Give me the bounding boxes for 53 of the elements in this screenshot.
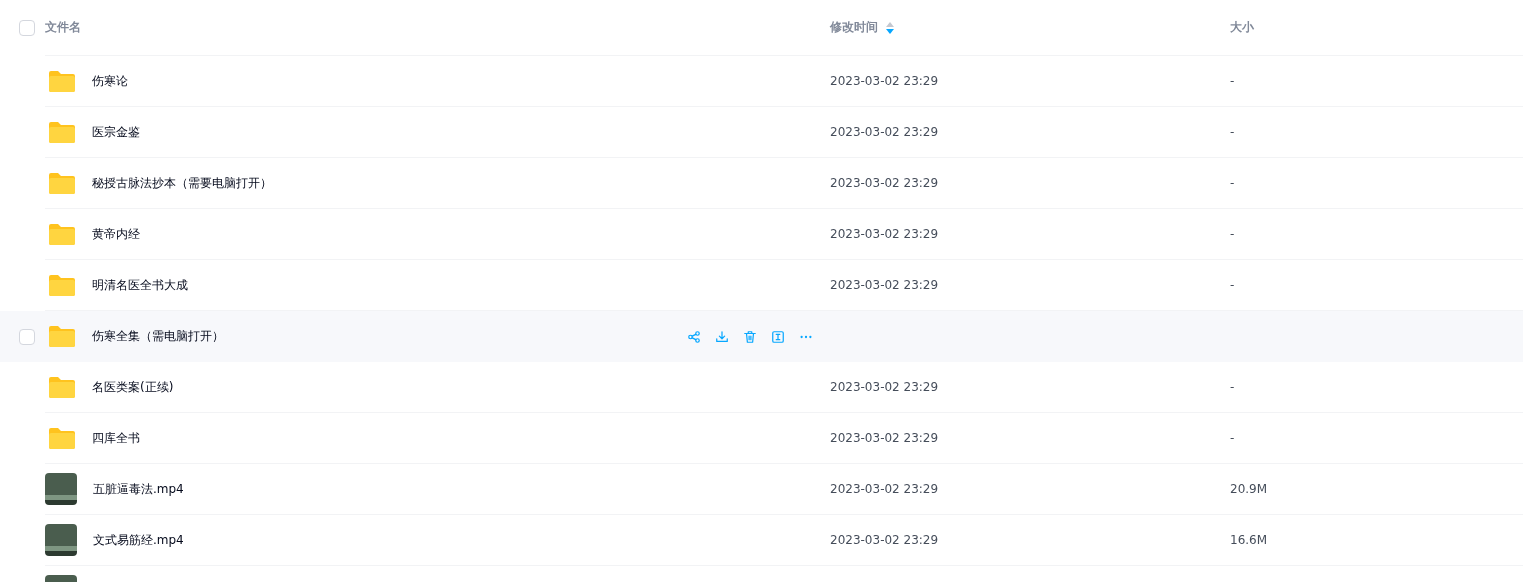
column-header[interactable]: 大小 [1230, 19, 1254, 36]
modified-time: 2023-03-02 23:29 [830, 74, 939, 88]
modified-time: 2023-03-02 23:29 [830, 278, 939, 292]
file-size: - [1230, 380, 1235, 394]
file-size: 16.6M [1230, 533, 1268, 547]
file-size: - [1230, 227, 1235, 241]
row-checkbox[interactable] [19, 328, 35, 345]
sort-icon[interactable] [886, 21, 894, 34]
folder-icon [48, 325, 76, 348]
modified-time: 2023-03-02 23:29 [830, 533, 939, 547]
modified-time: 2023-03-02 23:29 [830, 380, 939, 394]
file-name[interactable]: 文式易筋经.mp4 [93, 531, 184, 549]
modified-time: 2023-03-02 23:29 [830, 176, 939, 190]
file-name[interactable]: 四库全书 [92, 429, 140, 447]
file-name[interactable]: 黄帝内经 [92, 225, 140, 243]
modified-time: 2023-03-02 23:29 [830, 431, 939, 445]
modified-time: 2023-03-02 23:29 [830, 227, 939, 241]
folder-icon [48, 222, 76, 246]
download-icon [715, 329, 729, 344]
file-row[interactable]: 伤寒全集（需电脑打开） [0, 311, 1523, 362]
file-size: - [1230, 125, 1235, 139]
folder-icon [48, 171, 76, 195]
file-name[interactable]: 名医类案(正续) [92, 378, 174, 396]
column-header[interactable]: 修改时间 [830, 19, 878, 36]
modified-time: 2023-03-02 23:29 [830, 482, 939, 496]
trash-button[interactable] [742, 328, 758, 345]
file-name[interactable]: 医宗金鉴 [92, 123, 140, 141]
file-size: - [1230, 278, 1235, 292]
file-size: - [1230, 74, 1235, 88]
file-name[interactable]: 秘授古脉法抄本（需要电脑打开） [92, 174, 272, 192]
modified-time: 2023-03-02 23:29 [830, 125, 939, 139]
file-name[interactable]: 五脏逼毒法.mp4 [93, 480, 184, 498]
trash-icon [743, 329, 757, 344]
select-all-checkbox[interactable] [19, 20, 35, 36]
folder-icon [48, 375, 76, 399]
folder-icon [48, 273, 76, 297]
video-thumbnail [45, 473, 77, 505]
folder-icon [48, 426, 76, 450]
file-name[interactable]: 明清名医全书大成 [92, 276, 188, 294]
file-name[interactable]: 伤寒全集（需电脑打开） [92, 328, 224, 345]
share-icon [687, 329, 701, 344]
column-header[interactable]: 文件名 [45, 19, 81, 36]
folder-icon [48, 120, 76, 144]
rename-button[interactable] [770, 328, 786, 345]
share-button[interactable] [686, 328, 702, 345]
video-thumbnail [45, 524, 77, 556]
download-button[interactable] [714, 328, 730, 345]
file-name[interactable]: 伤寒论 [92, 72, 128, 90]
folder-icon [48, 69, 76, 93]
rename-icon [771, 329, 785, 344]
file-size: - [1230, 176, 1235, 190]
file-size: - [1230, 431, 1235, 445]
file-size: 20.9M [1230, 482, 1268, 496]
